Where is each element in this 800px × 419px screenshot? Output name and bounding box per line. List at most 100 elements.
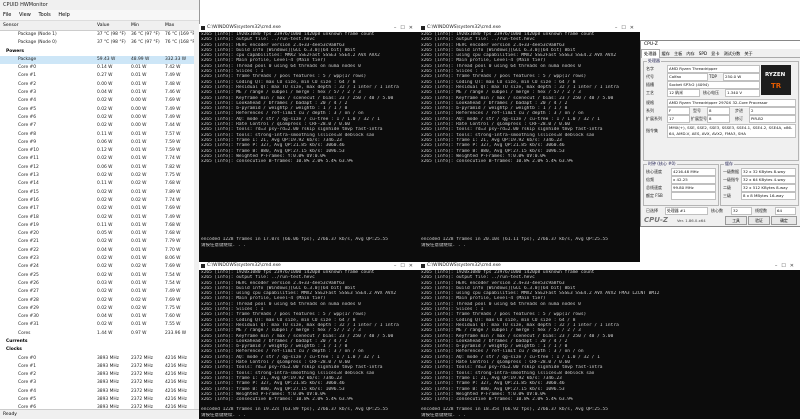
sensor-max: 7.89 W <box>165 189 181 195</box>
extmodel-value: 8 <box>707 115 730 123</box>
col-value[interactable]: Value <box>97 21 109 30</box>
sensor-group-row[interactable]: Currents <box>0 338 199 346</box>
sensor-row[interactable]: Core #1 3893 MHz 2372 MHz 4216 MHz <box>0 363 199 371</box>
sensor-row[interactable]: Core #16 0.02 W 0.02 W 7.74 W <box>0 197 199 205</box>
threads-label: 线程数 <box>755 208 767 213</box>
sensor-row[interactable]: Core #6 0.02 W 0.00 W 7.49 W <box>0 114 199 122</box>
sensor-row[interactable]: Core #25 0.02 W 0.01 W 7.54 W <box>0 272 199 280</box>
sensor-row[interactable]: Core #26 0.03 W 0.01 W 7.54 W <box>0 280 199 288</box>
sensor-max: 7.70 W <box>165 247 181 253</box>
ok-button[interactable]: 确定 <box>771 216 797 225</box>
tab-cache[interactable]: 缓存 <box>660 50 672 58</box>
col-min[interactable]: Min <box>131 21 139 30</box>
sensor-min: 0.01 W <box>131 148 147 154</box>
sensor-row[interactable]: Core #11 0.02 W 0.01 W 7.74 W <box>0 155 199 163</box>
sensor-row[interactable]: Core #3 0.04 W 0.01 W 7.46 W <box>0 89 199 97</box>
sensor-group-row[interactable]: Powers <box>0 48 199 56</box>
sensor-value: 0.02 W <box>97 206 113 212</box>
sensor-row[interactable]: Core #4 3893 MHz 2372 MHz 4216 MHz <box>0 388 199 396</box>
sensor-row[interactable]: Core #7 0.02 W 0.00 W 7.44 W <box>0 122 199 130</box>
tab-bench[interactable]: 测试分数 <box>722 50 743 58</box>
sensor-row[interactable]: Core #12 0.06 W 0.01 W 7.82 W <box>0 164 199 172</box>
sensor-label: Core #11 <box>18 156 39 162</box>
sensor-row[interactable]: Core #14 0.11 W 0.02 W 7.68 W <box>0 180 199 188</box>
sensor-row[interactable]: Core #20 0.05 W 0.01 W 7.68 W <box>0 230 199 238</box>
sensor-max: 4216 MHz <box>165 397 187 403</box>
sensor-row[interactable]: Core #5 0.02 W 0.00 W 7.49 W <box>0 106 199 114</box>
tab-about[interactable]: 关于 <box>742 50 754 58</box>
sensor-label: Clocks <box>6 347 22 353</box>
sensor-row[interactable]: Core #1 0.27 W 0.01 W 7.49 W <box>0 72 199 80</box>
sensor-row[interactable]: Package (Node 1) 37 °C (98 °F) 36 °C (97 °… <box>0 31 199 39</box>
sensor-row[interactable]: Core #13 0.02 W 0.02 W 7.75 W <box>0 172 199 180</box>
tools-button[interactable]: 工具 <box>725 216 747 225</box>
sensor-row[interactable]: Core #21 0.02 W 0.01 W 7.79 W <box>0 238 199 246</box>
validate-button[interactable]: 验证 <box>748 216 770 225</box>
sensor-row[interactable]: Cores 1.44 W 0.97 W 233.96 W <box>0 330 199 338</box>
tdp-label: TDP <box>709 74 717 79</box>
sensor-value: 0.03 W <box>97 280 113 286</box>
sensor-label: Core #25 <box>18 272 39 278</box>
sensor-max: 4216 MHz <box>165 363 187 369</box>
tab-spd[interactable]: SPD <box>697 50 709 58</box>
sensor-row[interactable]: Core #18 0.02 W 0.01 W 7.49 W <box>0 214 199 222</box>
tab-graphics[interactable]: 显卡 <box>709 50 721 58</box>
sensor-row[interactable]: Package 59.43 W 48.99 W 332.33 W <box>0 55 199 65</box>
sensor-row[interactable]: Core #2 0.00 W 0.01 W 7.48 W <box>0 81 199 89</box>
console-prompt: 请按任意键继续. . . <box>201 412 247 418</box>
sensor-row[interactable]: Core #0 3893 MHz 2372 MHz 4216 MHz <box>0 355 199 363</box>
col-sensor[interactable]: Sensor <box>3 21 18 30</box>
sensor-row[interactable]: Package (Node 0) 37 °C (98 °F) 36 °C (97 °… <box>0 39 199 47</box>
sensor-label: Core #19 <box>18 222 39 228</box>
sensor-label: Core #24 <box>18 264 39 270</box>
extfamily-value: 17 <box>667 115 690 123</box>
sensor-row[interactable]: Core #9 0.06 W 0.01 W 7.59 W <box>0 139 199 147</box>
sensor-min: 0.01 W <box>131 206 147 212</box>
sensor-row[interactable]: Core #0 0.14 W 0.01 W 7.42 W <box>0 64 199 72</box>
sensor-row[interactable]: Core #24 0.02 W 0.02 W 7.69 W <box>0 263 199 271</box>
sensor-max: 7.59 W <box>165 139 181 145</box>
sensor-row[interactable]: Core #22 0.04 W 0.01 W 7.70 W <box>0 247 199 255</box>
sensor-row[interactable]: Core #10 0.12 W 0.01 W 7.59 W <box>0 147 199 155</box>
sensor-row[interactable]: Core #2 3893 MHz 2372 MHz 4216 MHz <box>0 371 199 379</box>
menu-view[interactable]: View <box>19 12 31 18</box>
sensor-row[interactable]: Core #17 0.02 W 0.01 W 7.69 W <box>0 205 199 213</box>
sensor-row[interactable]: Core #30 0.04 W 0.01 W 7.60 W <box>0 313 199 321</box>
sensor-row[interactable]: Core #8 0.11 W 0.01 W 7.57 W <box>0 131 199 139</box>
sensor-row[interactable]: Core #5 3893 MHz 2372 MHz 4216 MHz <box>0 396 199 404</box>
voltage-label: 核心电压 <box>703 90 719 95</box>
window-controls[interactable]: –☐✕ <box>775 262 798 270</box>
sensor-min: 0.01 W <box>131 256 147 262</box>
cpuz-brand: CPU-Z <box>644 216 668 224</box>
console-summary: encoded 1228 frames in 17.07s (66.06 fps… <box>201 237 388 243</box>
sensor-label: Core #5 <box>18 397 37 403</box>
col-max[interactable]: Max <box>165 21 174 30</box>
sensor-row[interactable]: Core #3 3893 MHz 2372 MHz 4216 MHz <box>0 379 199 387</box>
processor-select[interactable]: 处理器 #1 <box>665 207 708 215</box>
menu-tools[interactable]: Tools <box>38 12 50 18</box>
sensor-row[interactable]: Core #15 0.02 W 0.01 W 7.89 W <box>0 189 199 197</box>
cpuz-window: CPU-Z 处理器 缓存 主板 内存 SPD 显卡 测试分数 关于 处理器 名字 AMD Ry… <box>640 40 800 227</box>
window-controls[interactable]: –☐✕ <box>615 24 638 32</box>
sensor-value: 0.11 W <box>97 131 113 137</box>
window-controls[interactable]: –☐✕ <box>394 262 417 270</box>
window-controls[interactable]: –☐✕ <box>394 24 417 32</box>
sensor-row[interactable]: Core #28 0.02 W 0.02 W 7.69 W <box>0 297 199 305</box>
sensor-row[interactable]: Core #4 0.02 W 0.00 W 7.69 W <box>0 97 199 105</box>
sensor-row[interactable]: Core #27 0.02 W 0.01 W 7.49 W <box>0 288 199 296</box>
sensor-max: 7.42 W <box>165 65 181 71</box>
sensor-max: 7.55 W <box>165 322 181 328</box>
sensor-row[interactable]: Core #31 0.02 W 0.01 W 7.55 W <box>0 321 199 329</box>
sensor-group-row[interactable]: Clocks <box>0 346 199 354</box>
sensor-row[interactable]: Core #19 0.11 W 0.01 W 7.68 W <box>0 222 199 230</box>
sensor-value: 3893 MHz <box>97 372 119 378</box>
tab-mainboard[interactable]: 主板 <box>672 50 684 58</box>
sensor-row[interactable]: Core #29 0.02 W 0.02 W 7.75 W <box>0 305 199 313</box>
sensor-min: 0.97 W <box>131 330 147 336</box>
cpuz-tabs: 处理器 缓存 主板 内存 SPD 显卡 测试分数 关于 <box>641 49 800 58</box>
menu-help[interactable]: Help <box>58 12 69 18</box>
menu-file[interactable]: File <box>3 12 11 18</box>
tab-processor[interactable]: 处理器 <box>641 49 660 58</box>
tab-memory[interactable]: 内存 <box>684 50 696 58</box>
sensor-row[interactable]: Core #23 0.02 W 0.01 W 8.06 W <box>0 255 199 263</box>
